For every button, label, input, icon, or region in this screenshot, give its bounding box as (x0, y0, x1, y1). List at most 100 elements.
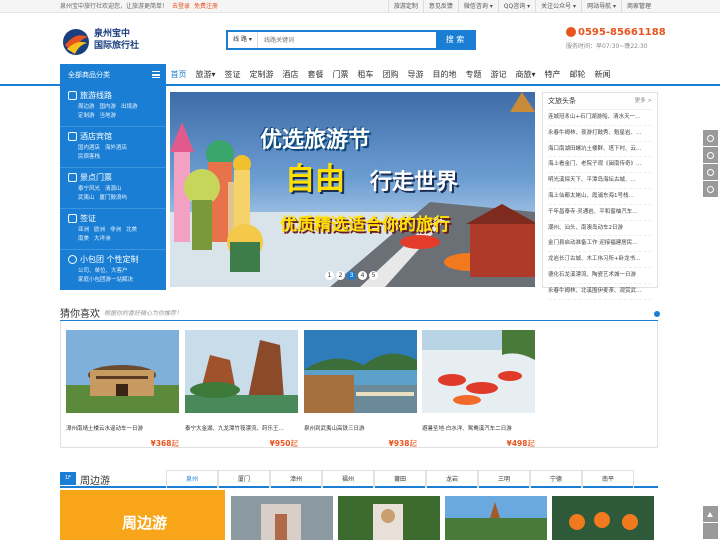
nav-item-custom[interactable]: 定制游 (245, 64, 278, 86)
top-link-sitemap[interactable]: 网站导航 ▾ (581, 0, 621, 13)
nav-item-tickets[interactable]: 门票 (328, 64, 353, 86)
sidebar-group-visa[interactable]: 签证 亚洲 欧洲 非洲 北美 南美 大洋洲 (60, 209, 166, 250)
zhoubian-image[interactable] (445, 496, 547, 540)
sidebar-sub-link[interactable]: 当地游 (100, 113, 117, 119)
sidebar-group-routes[interactable]: 旅游线路 周边游 国内游 出境游 定制游 当地游 (60, 86, 166, 127)
nav-item-car-rental[interactable]: 租车 (353, 64, 378, 86)
sidebar-sub-link[interactable]: 国内游 (100, 104, 117, 110)
service-tool-button[interactable] (703, 181, 718, 197)
news-more-link[interactable]: 更多 > (635, 96, 652, 106)
login-link[interactable]: 去登录 (172, 3, 190, 10)
sidebar-group-hotels[interactable]: 酒店宾馆 国内酒店 海外酒店 民宿客栈 (60, 127, 166, 168)
user-tool-button[interactable] (703, 130, 718, 146)
search-button[interactable]: 搜 索 (436, 32, 474, 48)
news-item[interactable]: 德化石龙溪漂流、陶瓷艺术城一日游 (548, 268, 652, 284)
sidebar-sub-link[interactable]: 民宿客栈 (78, 154, 100, 160)
top-link-feedback[interactable]: 意见反馈 (422, 0, 458, 13)
news-item[interactable]: 海上看金门、老院子观《闽南传奇》... (548, 157, 652, 174)
news-item[interactable]: 永春牛姆林、夜游打鼓秀、魁星岩、... (548, 126, 652, 142)
message-tool-button[interactable] (703, 164, 718, 180)
top-link-wechat[interactable]: 微信咨询 ▾ (457, 0, 498, 13)
news-item[interactable]: 明光溪探天下、平潭岛海坛古城、... (548, 173, 652, 189)
sidebar-sub-link[interactable]: 南美 (78, 236, 89, 242)
nav-item-group-buy[interactable]: 团购 (378, 64, 403, 86)
tab-zhangzhou[interactable]: 漳州 (270, 470, 322, 488)
nav-item-visa[interactable]: 签证 (220, 64, 245, 86)
site-logo[interactable]: 泉州宝中 国际旅行社 (61, 25, 156, 59)
history-tool-button[interactable] (703, 147, 718, 163)
nav-item-home[interactable]: 首页 (166, 64, 191, 86)
nav-item-travel[interactable]: 旅游▾ (191, 64, 220, 86)
banner-dot[interactable]: 1 (325, 271, 334, 280)
nav-item-cruise[interactable]: 邮轮 (565, 64, 590, 86)
tab-fuzhou[interactable]: 福州 (322, 470, 374, 488)
banner-dot[interactable]: 4 (358, 271, 367, 280)
sidebar-sub-link[interactable]: 公司、单位、大客户 (78, 268, 128, 274)
sidebar-sub-link[interactable]: 大洋洲 (94, 236, 111, 242)
news-item[interactable]: 潮州、汕头、南澳岛动车2日游 (548, 221, 652, 237)
tab-putian[interactable]: 莆田 (374, 470, 426, 488)
nav-item-package[interactable]: 套餐 (303, 64, 328, 86)
tab-xiamen[interactable]: 厦门 (218, 470, 270, 488)
sidebar-sub-link[interactable]: 武夷山 (78, 195, 95, 201)
sidebar-sub-link[interactable]: 亚洲 (78, 227, 89, 233)
news-item[interactable]: 千年昌泰寺·灵通岩、平和蜜柚汽车... (548, 205, 652, 221)
top-link-official[interactable]: 关注公众号 ▾ (535, 0, 581, 13)
news-item[interactable]: 海上仙都太姥山、霞浦东海1号栈... (548, 189, 652, 205)
zhoubian-promo[interactable]: 周边游 (60, 490, 225, 540)
top-link-custom[interactable]: 旅游定制 (387, 0, 423, 13)
sidebar-sub-link[interactable]: 清源山 (105, 186, 122, 192)
news-item[interactable]: 龙岩长汀古城、木工伟习所+卧龙书... (548, 252, 652, 268)
nav-item-topic[interactable]: 专题 (461, 64, 486, 86)
news-item[interactable]: 永春牛姆林、北溪围伊麦茶、观赏武... (548, 284, 652, 300)
tab-sanming[interactable]: 三明 (478, 470, 530, 488)
sidebar-group-custom[interactable]: 小包团 个性定制 公司、单位、大客户 家庭小包团游一站解决 (60, 250, 166, 291)
nav-item-news[interactable]: 新闻 (590, 64, 615, 86)
register-link[interactable]: 免费注册 (194, 3, 218, 10)
sidebar-sub-link[interactable]: 定制游 (78, 113, 95, 119)
nav-item-guide[interactable]: 导游 (403, 64, 428, 86)
search-input[interactable] (258, 32, 436, 48)
nav-item-business[interactable]: 商旅▾ (511, 64, 540, 86)
sidebar-sub-link[interactable]: 非洲 (110, 227, 121, 233)
nav-item-travelogue[interactable]: 游记 (486, 64, 511, 86)
tab-quanzhou[interactable]: 泉州 (166, 470, 218, 488)
tab-ningde[interactable]: 宁德 (530, 470, 582, 488)
product-card[interactable]: 泉州到武夷山高铁三日游 ¥938起 (304, 330, 417, 449)
sidebar-sub-link[interactable]: 厦门鼓浪屿 (100, 195, 128, 201)
top-link-qq[interactable]: QQ咨询 ▾ (497, 0, 535, 13)
sidebar-group-tickets[interactable]: 景点门票 泰宁风光 清源山 武夷山 厦门鼓浪屿 (60, 168, 166, 209)
nav-item-destination[interactable]: 目的地 (428, 64, 461, 86)
zhoubian-image[interactable] (231, 496, 333, 540)
news-item[interactable]: 海口南湖田螺坑土楼群、塔下村、云... (548, 142, 652, 158)
zhoubian-image[interactable] (552, 496, 654, 540)
news-item[interactable]: 连城冠豸山+石门湖游船、清水天一... (548, 110, 652, 126)
zhoubian-image[interactable] (338, 496, 440, 540)
sidebar-sub-link[interactable]: 家庭小包团游一站解决 (78, 277, 133, 283)
news-item[interactable]: 金门县启动准备工作 迎接福建居民... (548, 236, 652, 253)
top-link-merchant[interactable]: 商家管理 (620, 0, 656, 13)
nav-item-specialty[interactable]: 特产 (540, 64, 565, 86)
banner-dot[interactable]: 5 (369, 271, 378, 280)
product-card[interactable]: 避暑圣地·白水洋、鸳鸯溪汽车二日游 ¥498起 (422, 330, 535, 449)
tab-longyan[interactable]: 龙岩 (426, 470, 478, 488)
back-to-top-button[interactable] (703, 506, 718, 522)
hero-banner[interactable]: 优选旅游节 自由 行走世界 优质精选适合你的旅行 1 2 3 4 5 (170, 92, 535, 287)
scroll-bottom-button[interactable] (703, 523, 718, 539)
sidebar-sub-link[interactable]: 北美 (126, 227, 137, 233)
product-card[interactable]: 泰宁大金湖、九龙潭竹筏漂流、莳乐王... ¥950起 (185, 330, 298, 449)
banner-dot[interactable]: 2 (336, 271, 345, 280)
nav-item-hotel[interactable]: 酒店 (278, 64, 303, 86)
tab-nanping[interactable]: 南平 (582, 470, 634, 488)
sidebar-sub-link[interactable]: 海外酒店 (105, 145, 127, 151)
sidebar-sub-link[interactable]: 出境游 (121, 104, 138, 110)
product-card[interactable]: 漳州南靖土楼云水谣动车一日游 ¥368起 (66, 330, 179, 449)
sidebar-sub-link[interactable]: 国内酒店 (78, 145, 100, 151)
sidebar-sub-link[interactable]: 周边游 (78, 104, 95, 110)
all-categories-button[interactable]: 全部商品分类 (60, 64, 166, 86)
search-category-select[interactable]: 线 路 ▾ (228, 32, 258, 48)
hotline-number-row: 0595-85661188 (566, 27, 666, 38)
banner-dot-active[interactable]: 3 (347, 271, 356, 280)
sidebar-sub-link[interactable]: 欧洲 (94, 227, 105, 233)
sidebar-sub-link[interactable]: 泰宁风光 (78, 186, 100, 192)
